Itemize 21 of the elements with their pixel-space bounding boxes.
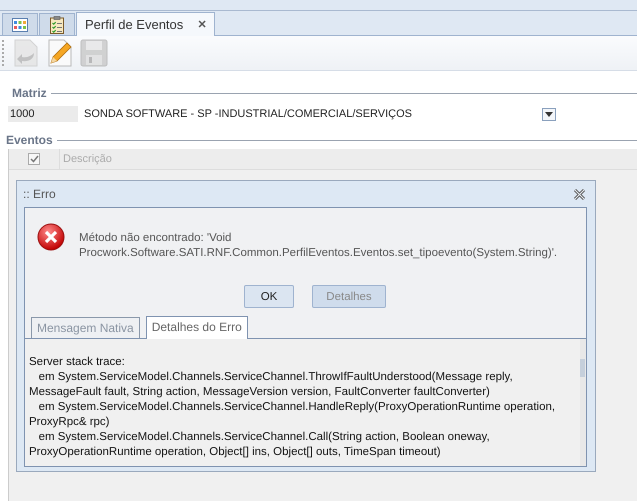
scrollbar-thumb[interactable] bbox=[580, 359, 585, 377]
tab[interactable]: Detalhes do Erro bbox=[146, 316, 248, 339]
error-icon bbox=[37, 223, 65, 251]
section-title: Matriz bbox=[12, 86, 47, 100]
section-title: Eventos bbox=[6, 133, 53, 147]
grid-icon bbox=[12, 18, 28, 32]
dialog-title: :: Erro bbox=[23, 187, 56, 201]
pencil-page-icon[interactable] bbox=[46, 39, 74, 67]
error-message: Método não encontrado: 'Void Procwork.Software.SATI.RNF.Common.PerfilEventos.Eventos.set_tipoevento(System.String)'. bbox=[79, 231, 558, 261]
dropdown-icon[interactable] bbox=[542, 108, 556, 120]
checkbox[interactable] bbox=[28, 153, 40, 165]
document-tab[interactable] bbox=[39, 13, 75, 35]
clipboard-icon bbox=[50, 16, 64, 34]
close-icon[interactable] bbox=[574, 188, 585, 200]
close-icon[interactable]: ✕ bbox=[197, 18, 206, 31]
company-dropdown[interactable]: SONDA SOFTWARE - SP -INDUSTRIAL/COMERCIAL/SERVIÇOS bbox=[78, 106, 556, 122]
document-tab[interactable]: Perfil de Eventos ✕ bbox=[76, 12, 216, 36]
stack-trace-text: Server stack trace: em System.ServiceModel.Channels.ServiceChannel.ThrowIfFaultUnderstood(Message reply, MessageFault fault, String action, MessageVersion version, FaultConverter faultConverter) em System.ServiceModel.Channels.ServiceChannel.HandleReply(ProxyOperationRuntime operation, ProxyRpc& rpc) em System.ServiceModel.Channels.ServiceChannel.Call(String action, Boolean oneway, ProxyOperationRuntime operation, Object[] ins, Object[] outs, TimeSpan timeout) bbox=[28, 355, 556, 460]
code-field: 1000 bbox=[8, 106, 78, 122]
document-tab[interactable] bbox=[2, 13, 38, 35]
ok-button[interactable]: OK bbox=[244, 285, 294, 308]
